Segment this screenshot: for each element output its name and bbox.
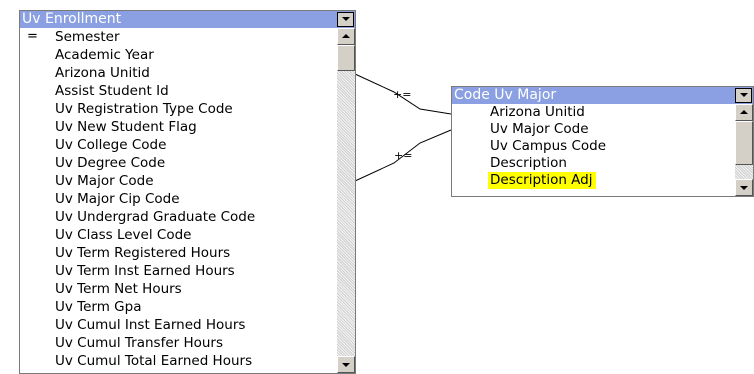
scroll-down-arrow-icon[interactable]: [735, 179, 753, 196]
field-row[interactable]: Description: [452, 155, 735, 172]
field-label: Uv Term Registered Hours: [55, 245, 231, 261]
field-label: Uv Major Cip Code: [55, 191, 180, 207]
field-label: Uv Degree Code: [55, 155, 166, 171]
field-label: Uv Cumul Inst Earned Hours: [55, 317, 246, 333]
field-row[interactable]: Uv Major Code: [20, 172, 337, 190]
vertical-scrollbar[interactable]: [337, 28, 355, 373]
scroll-up-arrow-icon[interactable]: [337, 28, 355, 45]
field-label: Assist Student Id: [55, 83, 169, 99]
scroll-thumb[interactable]: [337, 45, 355, 71]
table-code-uv-major[interactable]: Code Uv Major Arizona Unitid Uv Major Cod…: [451, 86, 754, 197]
field-row[interactable]: Uv Cumul Net Hours: [20, 370, 337, 373]
field-row[interactable]: Assist Student Id: [20, 82, 337, 100]
field-label: Academic Year: [55, 47, 154, 63]
field-row[interactable]: Uv College Code: [20, 136, 337, 154]
table-title[interactable]: Code Uv Major: [452, 87, 753, 104]
field-label: Uv Term Gpa: [55, 299, 142, 315]
field-row[interactable]: Uv Registration Type Code: [20, 100, 337, 118]
field-row[interactable]: Uv Term Gpa: [20, 298, 337, 316]
field-label: Uv Major Code: [490, 121, 589, 137]
field-label: Uv Cumul Total Earned Hours: [55, 353, 253, 369]
field-row[interactable]: Uv Term Registered Hours: [20, 244, 337, 262]
table-title[interactable]: Uv Enrollment: [20, 11, 355, 28]
field-label: Uv Term Inst Earned Hours: [55, 263, 235, 279]
field-label: Semester: [55, 29, 120, 45]
field-label: Uv College Code: [55, 137, 167, 153]
field-row[interactable]: Uv Cumul Inst Earned Hours: [20, 316, 337, 334]
key-marker: =: [27, 29, 38, 44]
join-operator-1[interactable]: +=: [393, 88, 411, 101]
field-label: Description Adj: [488, 172, 596, 189]
field-row[interactable]: Uv Cumul Total Earned Hours: [20, 352, 337, 370]
field-row[interactable]: Uv Undergrad Graduate Code: [20, 208, 337, 226]
field-label: Uv Class Level Code: [55, 227, 192, 243]
dropdown-arrow-icon[interactable]: [735, 88, 752, 103]
scroll-down-arrow-icon[interactable]: [337, 356, 355, 373]
field-row[interactable]: = Semester: [20, 28, 337, 46]
field-label: Description: [490, 155, 567, 171]
field-label: Uv Term Net Hours: [55, 281, 182, 297]
field-label: Uv Registration Type Code: [55, 101, 233, 117]
scroll-up-arrow-icon[interactable]: [735, 104, 753, 121]
field-row[interactable]: Uv Major Code: [452, 121, 735, 138]
field-label: Arizona Unitid: [55, 65, 150, 81]
join-operator-2[interactable]: +=: [394, 149, 412, 162]
field-row[interactable]: Arizona Unitid: [452, 104, 735, 121]
field-row[interactable]: Uv Term Inst Earned Hours: [20, 262, 337, 280]
field-list: = Semester Academic Year Arizona Unitid Assi…: [20, 28, 337, 373]
scroll-thumb[interactable]: [735, 121, 753, 165]
field-row[interactable]: Uv Class Level Code: [20, 226, 337, 244]
field-row[interactable]: Uv Major Cip Code: [20, 190, 337, 208]
field-label: Arizona Unitid: [490, 104, 585, 120]
field-label: Uv Campus Code: [490, 138, 607, 154]
field-label: Uv Cumul Transfer Hours: [55, 335, 224, 351]
dropdown-arrow-icon[interactable]: [337, 12, 354, 27]
field-row[interactable]: Description Adj: [452, 172, 735, 189]
field-row[interactable]: Uv Degree Code: [20, 154, 337, 172]
field-label: Uv Undergrad Graduate Code: [55, 209, 256, 225]
field-label: Uv Major Code: [55, 173, 154, 189]
field-row[interactable]: Uv Term Net Hours: [20, 280, 337, 298]
field-row[interactable]: Uv Campus Code: [452, 138, 735, 155]
vertical-scrollbar[interactable]: [735, 104, 753, 196]
field-row[interactable]: Uv Cumul Transfer Hours: [20, 334, 337, 352]
field-label: Uv Cumul Net Hours: [55, 370, 192, 373]
field-row[interactable]: Academic Year: [20, 46, 337, 64]
field-row[interactable]: Arizona Unitid: [20, 64, 337, 82]
field-row[interactable]: Uv New Student Flag: [20, 118, 337, 136]
field-label: Uv New Student Flag: [55, 119, 197, 135]
table-uv-enrollment[interactable]: Uv Enrollment = Semester Academic Year Ariz…: [19, 10, 356, 374]
field-list: Arizona Unitid Uv Major Code Uv Campus Cod…: [452, 104, 735, 196]
